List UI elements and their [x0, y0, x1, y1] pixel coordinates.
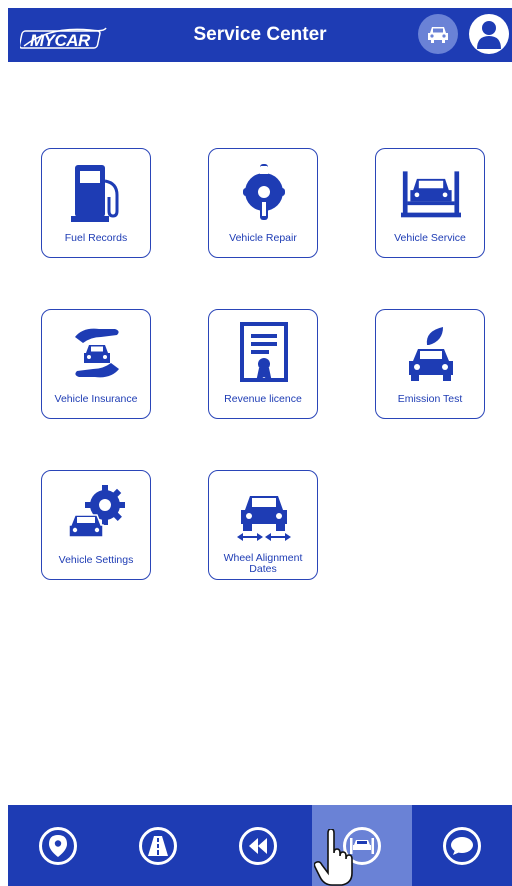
app-header: MYCAR Service Center — [8, 8, 512, 62]
profile-button[interactable] — [469, 14, 509, 54]
car-gear-icon — [67, 481, 127, 547]
tile-label: Vehicle Settings — [58, 554, 134, 566]
tile-revenue-licence[interactable]: Revenue licence — [208, 309, 318, 419]
tile-label: Wheel Alignment Dates — [223, 552, 303, 575]
tile-vehicle-settings[interactable]: Vehicle Settings — [41, 470, 151, 580]
wheel-alignment-icon — [234, 481, 294, 547]
rewind-icon — [249, 837, 267, 854]
bottom-nav — [8, 805, 512, 886]
car-icon — [428, 27, 448, 43]
tile-emission-test[interactable]: Emission Test — [375, 309, 485, 419]
road-icon — [148, 835, 168, 856]
chat-bubble-icon — [451, 836, 473, 855]
fuel-pump-icon — [67, 159, 127, 225]
tile-vehicle-insurance[interactable]: Vehicle Insurance — [41, 309, 151, 419]
nav-chat[interactable] — [412, 805, 512, 886]
tile-label: Vehicle Service — [394, 232, 466, 244]
tile-label: Vehicle Repair — [229, 232, 297, 244]
tile-label: Fuel Records — [64, 232, 128, 244]
certificate-icon — [234, 320, 294, 386]
user-icon — [477, 21, 501, 49]
tile-wheel-alignment-dates[interactable]: Wheel Alignment Dates — [208, 470, 318, 580]
my-car-button[interactable] — [418, 14, 458, 54]
eco-car-icon — [401, 320, 461, 386]
tile-label: Emission Test — [397, 393, 463, 405]
tile-label: Vehicle Insurance — [54, 393, 138, 405]
tile-vehicle-repair[interactable]: Vehicle Repair — [208, 148, 318, 258]
insurance-hands-icon — [67, 320, 127, 386]
nav-road[interactable] — [108, 805, 208, 886]
nav-back[interactable] — [208, 805, 308, 886]
tile-fuel-records[interactable]: Fuel Records — [41, 148, 151, 258]
tile-vehicle-service[interactable]: Vehicle Service — [375, 148, 485, 258]
location-pin-icon — [49, 834, 67, 857]
car-lift-icon — [401, 159, 461, 225]
repair-tools-icon — [234, 159, 294, 225]
tile-label: Revenue licence — [224, 393, 302, 405]
nav-location[interactable] — [8, 805, 108, 886]
pointer-hand-icon — [314, 829, 353, 886]
